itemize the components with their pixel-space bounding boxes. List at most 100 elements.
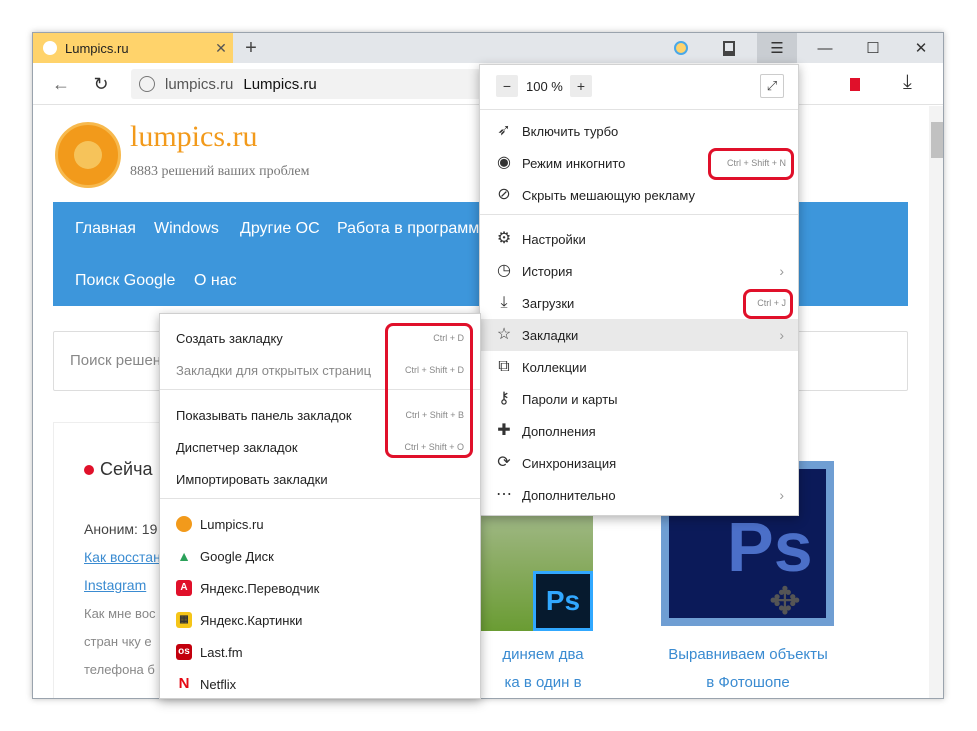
- nav-google-search[interactable]: Поиск Google: [75, 272, 175, 290]
- bookmark-label: Яндекс.Переводчик: [200, 580, 320, 596]
- menu-separator: [480, 109, 798, 110]
- new-tab-button[interactable]: +: [239, 36, 263, 60]
- submenu-item-label: Диспетчер закладок: [176, 439, 298, 455]
- menu-button[interactable]: ☰: [757, 33, 797, 63]
- zoom-in-button[interactable]: +: [570, 75, 592, 97]
- url-field[interactable]: lumpics.ru Lumpics.ru: [131, 69, 481, 99]
- nav-windows[interactable]: Windows: [154, 220, 219, 238]
- minimize-button[interactable]: —: [805, 33, 845, 63]
- submenu-item-label: Показывать панель закладок: [176, 407, 352, 423]
- menu-item-2[interactable]: ⊘ Скрыть мешающую рекламу: [480, 179, 798, 211]
- cloud-icon[interactable]: [661, 33, 701, 63]
- close-window-button[interactable]: ✕: [901, 33, 941, 63]
- site-logo[interactable]: [55, 122, 121, 188]
- menu-item-label: Загрузки: [522, 295, 575, 311]
- bookmark-item-0[interactable]: Lumpics.ru: [160, 508, 480, 540]
- menu-item-0[interactable]: ➶ Включить турбо: [480, 115, 798, 147]
- reload-button[interactable]: ↻: [89, 72, 113, 96]
- tab-title: Lumpics.ru: [65, 40, 129, 56]
- menu-item-8[interactable]: ⚷ Пароли и карты: [480, 383, 798, 415]
- article-caption-1-line-2[interactable]: ка в один в: [463, 674, 623, 691]
- highlight-bookmark-shortcuts: [385, 323, 473, 458]
- chevron-right-icon: ›: [779, 263, 784, 279]
- bookmark-label: Last.fm: [200, 644, 243, 660]
- yandex-translate-icon: A: [176, 580, 192, 596]
- incognito-icon: ◉: [497, 154, 511, 171]
- star-icon: ☆: [496, 326, 512, 343]
- bookmark-label: Google Диск: [200, 548, 274, 564]
- move-cursor-icon: ✥: [769, 581, 801, 623]
- download-icon[interactable]: ⤓: [903, 71, 912, 94]
- nav-programs[interactable]: Работа в программ: [337, 220, 479, 238]
- menu-item-label: Дополнительно: [522, 487, 616, 503]
- menu-item-7[interactable]: ⧉ Коллекции: [480, 351, 798, 383]
- zoom-row: − 100 % + ⤢: [480, 65, 798, 107]
- bookmark-manager-icon[interactable]: [709, 33, 749, 63]
- menu-item-9[interactable]: ✚ Дополнения: [480, 415, 798, 447]
- globe-icon: [139, 76, 155, 92]
- download-icon: ⤓: [500, 294, 508, 311]
- lumpics-favicon-icon: [176, 516, 192, 532]
- rocket-icon: ➶: [497, 122, 511, 139]
- back-button[interactable]: ←: [49, 72, 73, 96]
- lastfm-icon: os: [176, 644, 192, 660]
- menu-item-10[interactable]: ⟳ Синхронизация: [480, 447, 798, 479]
- photoshop-icon: Ps: [533, 571, 593, 631]
- tab-favicon-icon: [43, 41, 57, 55]
- more-icon: ⋯: [496, 486, 512, 503]
- zoom-out-button[interactable]: −: [496, 75, 518, 97]
- nav-home[interactable]: Главная: [75, 220, 136, 238]
- clock-icon: ◷: [497, 262, 511, 279]
- menu-item-4[interactable]: ◷ История ›: [480, 255, 798, 287]
- nav-other-os[interactable]: Другие ОС: [240, 220, 320, 238]
- puzzle-icon: ✚: [497, 422, 511, 439]
- side-link-1[interactable]: Как восстан: [84, 549, 161, 565]
- menu-item-label: Режим инкогнито: [522, 155, 626, 171]
- fullscreen-icon[interactable]: ⤢: [760, 74, 784, 98]
- scrollbar-thumb[interactable]: [931, 122, 943, 158]
- submenu-separator: [160, 498, 480, 499]
- menu-item-label: Дополнения: [522, 423, 596, 439]
- nav-about[interactable]: О нас: [194, 272, 237, 290]
- menu-item-label: Настройки: [522, 231, 586, 247]
- chevron-right-icon: ›: [779, 487, 784, 503]
- menu-item-label: Пароли и карты: [522, 391, 618, 407]
- block-icon: ⊘: [497, 186, 511, 203]
- tab-bar: Lumpics.ru ✕ + ☰ — ☐ ✕: [33, 33, 943, 63]
- recent-comments-card: Сейча Аноним: 19 Как восстан Instagram К…: [53, 422, 173, 698]
- sync-icon: ⟳: [497, 454, 511, 471]
- gear-icon: ⚙: [496, 230, 512, 247]
- menu-item-label: Включить турбо: [522, 123, 619, 139]
- menu-item-6[interactable]: ☆ Закладки ›: [480, 319, 798, 351]
- page-scrollbar[interactable]: [929, 106, 943, 698]
- site-subtitle: 8883 решений ваших проблем: [130, 164, 310, 179]
- menu-item-label: Синхронизация: [522, 455, 617, 471]
- submenu-item-label: Закладки для открытых страниц: [176, 362, 372, 378]
- bookmark-item-4[interactable]: os Last.fm: [160, 636, 480, 668]
- highlight-downloads-shortcut: [743, 289, 793, 319]
- bookmark-item-1[interactable]: ▲ Google Диск: [160, 540, 480, 572]
- menu-item-3[interactable]: ⚙ Настройки: [480, 223, 798, 255]
- article-caption-1-line-1[interactable]: диняем два: [463, 646, 623, 663]
- menu-item-label: Скрыть мешающую рекламу: [522, 187, 695, 203]
- bookmark-label: Lumpics.ru: [200, 516, 264, 532]
- url-domain: lumpics.ru: [165, 75, 234, 93]
- side-author: Аноним: 19: [84, 521, 158, 537]
- submenu-item-4[interactable]: Импортировать закладки: [160, 463, 480, 495]
- maximize-button[interactable]: ☐: [853, 33, 893, 63]
- side-text-3: телефона б: [84, 662, 155, 677]
- bookmark-item-3[interactable]: ▦ Яндекс.Картинки: [160, 604, 480, 636]
- bookmark-flag-icon[interactable]: [850, 78, 860, 91]
- menu-item-11[interactable]: ⋯ Дополнительно ›: [480, 479, 798, 511]
- article-caption-2-line-2[interactable]: в Фотошопе: [653, 674, 843, 691]
- tab-close-icon[interactable]: ✕: [209, 40, 233, 57]
- collections-icon: ⧉: [498, 358, 510, 375]
- side-link-2[interactable]: Instagram: [84, 577, 146, 593]
- chevron-right-icon: ›: [779, 327, 784, 343]
- article-caption-2-line-1[interactable]: Выравниваем объекты: [653, 646, 843, 663]
- bookmark-item-5[interactable]: N Netflix: [160, 668, 480, 700]
- site-title[interactable]: lumpics.ru: [130, 120, 258, 154]
- tab-lumpics[interactable]: Lumpics.ru ✕: [33, 33, 233, 63]
- bookmark-item-2[interactable]: A Яндекс.Переводчик: [160, 572, 480, 604]
- zoom-level: 100 %: [526, 79, 563, 94]
